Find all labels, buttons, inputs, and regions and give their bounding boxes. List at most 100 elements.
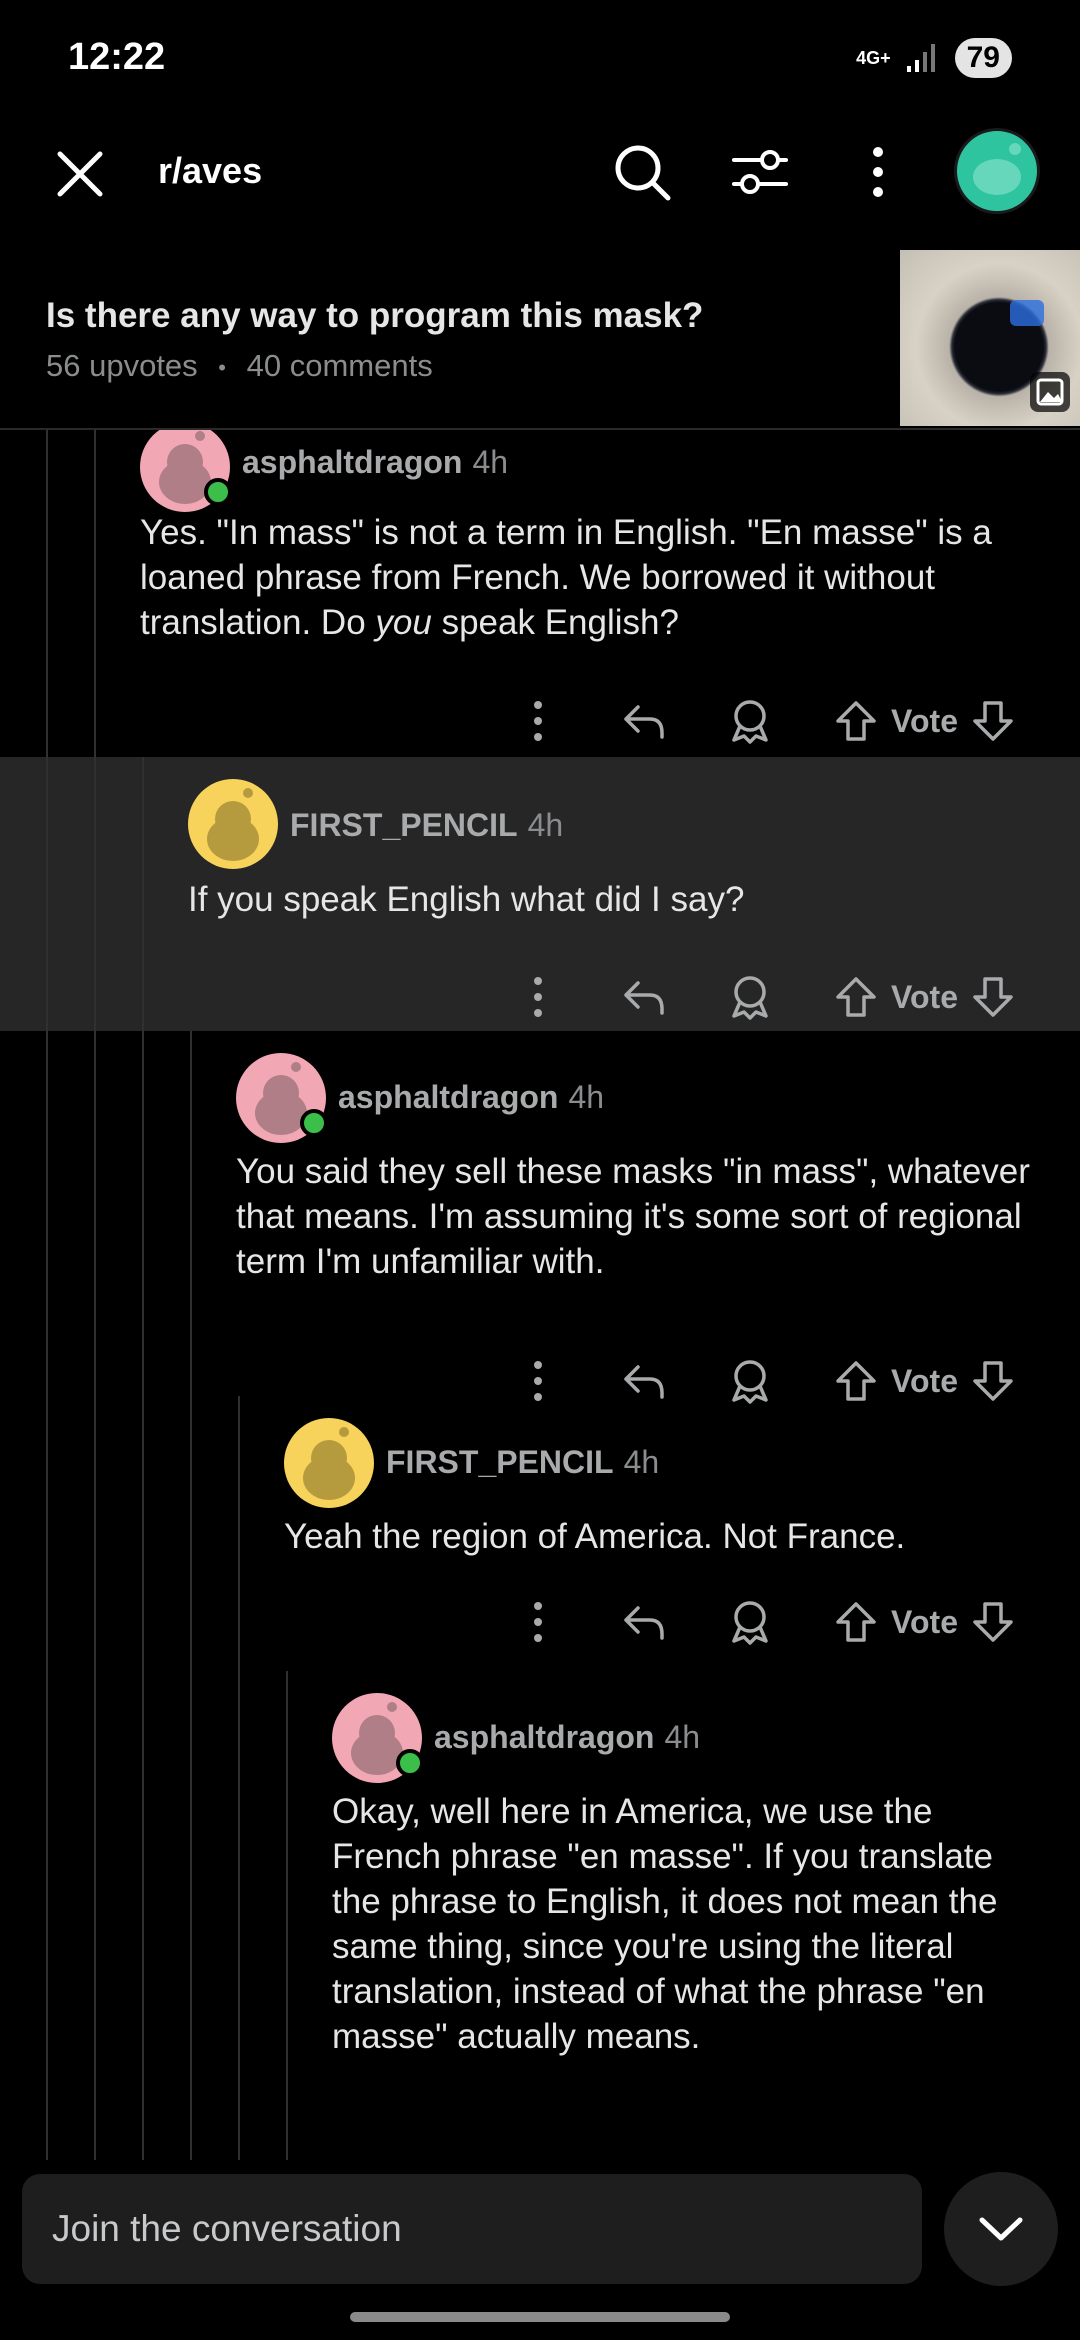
comment: asphaltdragon 4h You said they sell these… (0, 1031, 1080, 1404)
award-icon (732, 700, 768, 744)
downvote-icon (973, 1602, 1013, 1642)
thumbnail-highlight (1010, 300, 1044, 326)
thread-line[interactable] (238, 1671, 240, 2160)
more-options-button[interactable] (846, 140, 910, 204)
comment: asphaltdragon 4h Okay, well here in Ameri… (0, 1671, 1080, 2160)
more-options-button[interactable] (511, 694, 565, 748)
comment-body: Okay, well here in America, we use the F… (332, 1792, 998, 2056)
post-meta: 56 upvotes • 40 comments (46, 348, 433, 384)
comment-body: Yes. "In mass" is not a term in English.… (140, 513, 992, 642)
collapse-button[interactable] (944, 2172, 1058, 2286)
avatar[interactable] (284, 1418, 374, 1508)
downvote-button[interactable] (966, 694, 1020, 748)
more-vertical-icon (534, 701, 543, 741)
thread-line[interactable] (46, 757, 48, 1031)
downvote-icon (973, 701, 1013, 741)
thread-line[interactable] (238, 1396, 240, 1671)
thread-line[interactable] (190, 1396, 192, 1671)
more-vertical-icon (534, 977, 543, 1017)
composer-placeholder: Join the conversation (52, 2208, 402, 2249)
award-button[interactable] (723, 1595, 777, 1649)
thread-line[interactable] (94, 430, 96, 757)
thread-line[interactable] (142, 1396, 144, 1671)
comment-actions: Vote (511, 689, 1020, 753)
comment-author[interactable]: FIRST_PENCIL 4h (290, 807, 563, 844)
upvote-button[interactable] (829, 1595, 883, 1649)
filter-button[interactable] (728, 140, 792, 204)
downvote-button[interactable] (966, 970, 1020, 1024)
battery-indicator: 79 (954, 38, 1012, 78)
award-button[interactable] (723, 970, 777, 1024)
post-title[interactable]: Is there any way to program this mask? (46, 296, 703, 336)
meta-separator: • (218, 354, 226, 380)
thread-line[interactable] (190, 1671, 192, 2160)
award-icon (732, 1601, 768, 1645)
search-icon (615, 145, 671, 201)
search-button[interactable] (610, 140, 674, 204)
comment-count: 40 comments (246, 348, 433, 383)
chevron-down-icon (979, 2217, 1023, 2241)
upvote-icon (836, 1602, 876, 1642)
online-status-dot (204, 478, 232, 506)
comment-actions: Vote (511, 965, 1020, 1029)
online-status-dot (396, 1749, 424, 1777)
status-time: 12:22 (68, 36, 166, 78)
comment: FIRST_PENCIL 4h Yeah the region of Americ… (0, 1396, 1080, 1671)
comment-body: Yeah the region of America. Not France. (284, 1517, 906, 1556)
thread-line[interactable] (286, 1671, 288, 2160)
close-icon (57, 151, 103, 197)
thread-line[interactable] (142, 1031, 144, 1396)
more-options-button[interactable] (511, 970, 565, 1024)
reply-icon (624, 1365, 664, 1399)
comment: FIRST_PENCIL 4h If you speak English what… (0, 757, 1080, 1031)
snoo-avatar-icon (973, 143, 1021, 195)
thread-line[interactable] (142, 1671, 144, 2160)
upvote-button[interactable] (829, 970, 883, 1024)
upvote-button[interactable] (829, 694, 883, 748)
comment-time: 4h (568, 1079, 605, 1115)
vote-label: Vote (891, 702, 958, 739)
comment-body: You said they sell these masks "in mass"… (236, 1152, 1030, 1281)
subreddit-name[interactable]: r/aves (158, 150, 262, 192)
post-thumbnail[interactable] (900, 250, 1080, 426)
avatar[interactable] (188, 779, 278, 869)
vote-label: Vote (891, 978, 958, 1015)
upvote-icon (836, 701, 876, 741)
vote-label: Vote (891, 1362, 958, 1399)
home-indicator[interactable] (350, 2312, 730, 2322)
reply-button[interactable] (617, 1595, 671, 1649)
comment-author[interactable]: asphaltdragon 4h (242, 444, 508, 481)
status-indicators: 4G+ 79 (856, 36, 1012, 80)
more-options-button[interactable] (511, 1595, 565, 1649)
reply-button[interactable] (617, 694, 671, 748)
more-vertical-icon (534, 1602, 543, 1642)
comment-author[interactable]: asphaltdragon 4h (434, 1719, 700, 1756)
signal-icon (906, 44, 935, 72)
comment-composer[interactable]: Join the conversation (22, 2174, 922, 2284)
thread-line[interactable] (190, 1031, 192, 1396)
award-button[interactable] (723, 694, 777, 748)
thread-line[interactable] (142, 757, 144, 1031)
reply-icon (624, 981, 664, 1015)
comment-author[interactable]: asphaltdragon 4h (338, 1079, 604, 1116)
filter-icon (732, 150, 788, 194)
upvote-icon (836, 977, 876, 1017)
gallery-icon (1030, 372, 1070, 412)
user-avatar[interactable] (954, 128, 1040, 214)
close-button[interactable] (50, 144, 110, 204)
network-type: 4G+ (856, 48, 891, 68)
thread-line[interactable] (94, 757, 96, 1031)
award-icon (732, 976, 768, 1020)
comment-time: 4h (623, 1444, 660, 1480)
comment-body: If you speak English what did I say? (188, 880, 745, 919)
thread-line[interactable] (46, 430, 48, 757)
comment-actions: Vote (511, 1590, 1020, 1654)
reply-icon (624, 1606, 664, 1640)
reply-button[interactable] (617, 970, 671, 1024)
reply-icon (624, 705, 664, 739)
comment-author[interactable]: FIRST_PENCIL 4h (386, 1444, 659, 1481)
comment-time: 4h (527, 807, 564, 843)
status-bar: 12:22 4G+ 79 (0, 0, 1080, 120)
downvote-button[interactable] (966, 1595, 1020, 1649)
downvote-icon (973, 977, 1013, 1017)
